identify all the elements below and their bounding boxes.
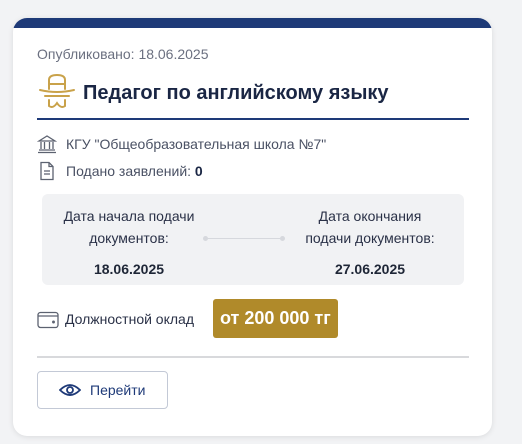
salary-badge: от 200 000 тг (213, 299, 338, 338)
applications-text: Подано заявлений: 0 (66, 163, 203, 179)
end-date-block: Дата окончания подачи документов: 27.06.… (295, 205, 445, 280)
title-row: Педагог по английскому языку (37, 72, 469, 120)
card-top-accent-bar (13, 18, 492, 28)
applications-label: Подано заявлений: (66, 163, 192, 179)
divider (37, 356, 469, 358)
vacancy-card: Опубликовано: 18.06.2025 Педагог по англ… (13, 18, 492, 436)
connector-dot-end (280, 236, 285, 241)
date-connector (203, 236, 285, 241)
vacancy-title: Педагог по английскому языку (83, 82, 389, 104)
building-icon (37, 135, 57, 154)
wallet-icon (37, 311, 59, 329)
organization-name: КГУ "Общеобразовательная школа №7" (66, 136, 327, 152)
connector-dot-start (203, 236, 208, 241)
document-icon (40, 161, 54, 181)
teacher-hat-icon (39, 73, 75, 108)
go-button[interactable]: Перейти (37, 371, 168, 409)
dates-panel: Дата начала подачи документов: 18.06.202… (42, 194, 464, 285)
start-date-label: Дата начала подачи документов: (63, 208, 195, 246)
end-date-label: Дата окончания подачи документов: (305, 208, 435, 246)
salary-label: Должностной оклад (65, 311, 195, 327)
start-date-value: 18.06.2025 (93, 261, 165, 277)
eye-icon (59, 384, 81, 396)
end-date-value: 27.06.2025 (334, 261, 406, 277)
published-date: Опубликовано: 18.06.2025 (37, 46, 209, 62)
applications-count: 0 (194, 163, 203, 179)
start-date-block: Дата начала подачи документов: 18.06.202… (54, 205, 204, 280)
go-button-label: Перейти (90, 382, 146, 398)
